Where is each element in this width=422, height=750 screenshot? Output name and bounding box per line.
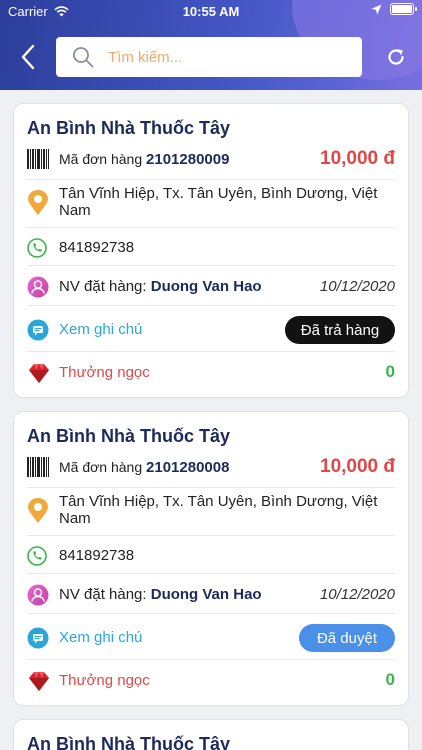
chat-bubble-icon: [27, 627, 49, 649]
location-pin-icon: [27, 498, 49, 524]
user-avatar-icon: [27, 276, 49, 298]
status-badge[interactable]: Đã trả hàng: [285, 316, 395, 344]
status-time: 10:55 AM: [182, 4, 240, 19]
store-name: An Bình Nhà Thuốc Tây: [27, 118, 231, 138]
order-id: 2101280008: [146, 459, 230, 476]
note-row: Xem ghi chú Đã duyệt: [27, 616, 395, 660]
order-card[interactable]: An Bình Nhà Thuốc Tây Mã đơn hàng 210128…: [13, 411, 409, 706]
reward-label: Thưởng ngọc: [59, 364, 150, 381]
order-date: 10/12/2020: [319, 278, 395, 295]
phone-row: 841892738: [27, 540, 395, 574]
phone-icon: [27, 546, 47, 566]
staff-row: NV đặt hàng: Duong Van Hao 10/12/2020: [27, 268, 395, 306]
order-date: 10/12/2020: [319, 586, 395, 603]
order-code-label: Mã đơn hàng: [59, 151, 143, 167]
barcode-icon: [27, 149, 49, 169]
order-price: 10,000 đ: [320, 148, 395, 169]
address-row: Tân Vĩnh Hiệp, Tx. Tân Uyên, Bình Dương,…: [27, 184, 395, 228]
user-avatar-icon: [27, 584, 49, 606]
order-code-row: Mã đơn hàng 2101280009 10,000 đ: [27, 148, 395, 180]
order-address: Tân Vĩnh Hiệp, Tx. Tân Uyên, Bình Dương,…: [59, 493, 378, 527]
order-staff: NV đặt hàng: Duong Van Hao: [59, 278, 262, 295]
order-code-label: Mã đơn hàng: [59, 459, 143, 475]
battery-icon: [390, 3, 417, 15]
refresh-icon: [388, 49, 404, 65]
search-box[interactable]: [56, 37, 362, 77]
location-arrow-icon: [371, 4, 382, 14]
order-list: An Bình Nhà Thuốc Tây Mã đơn hàng 210128…: [0, 90, 422, 750]
reward-row: Thưởng ngọc 0: [27, 356, 395, 392]
reward-value: 0: [385, 670, 395, 689]
app-header: Carrier 10:55 AM: [0, 0, 422, 90]
order-phone[interactable]: 841892738: [59, 547, 134, 564]
ruby-gem-icon: [27, 362, 51, 384]
search-input[interactable]: [108, 48, 338, 66]
order-code: Mã đơn hàng 2101280009: [59, 151, 229, 168]
view-note-link[interactable]: Xem ghi chú: [59, 321, 142, 338]
staff-row: NV đặt hàng: Duong Van Hao 10/12/2020: [27, 576, 395, 614]
back-button[interactable]: [14, 42, 42, 72]
store-name: An Bình Nhà Thuốc Tây: [27, 734, 231, 750]
order-id: 2101280009: [146, 151, 230, 168]
order-address: Tân Vĩnh Hiệp, Tx. Tân Uyên, Bình Dương,…: [59, 185, 378, 219]
phone-row: 841892738: [27, 232, 395, 266]
staff-label: NV đặt hàng:: [59, 278, 147, 295]
reward-value: 0: [385, 362, 395, 381]
status-bar: Carrier 10:55 AM: [0, 0, 422, 22]
staff-name: Duong Van Hao: [150, 586, 262, 603]
store-name: An Bình Nhà Thuốc Tây: [27, 426, 231, 446]
reward-row: Thưởng ngọc 0: [27, 664, 395, 700]
order-staff: NV đặt hàng: Duong Van Hao: [59, 586, 262, 603]
search-icon: [73, 47, 94, 68]
order-card[interactable]: An Bình Nhà Thuốc Tây Mã đơn hàng 210128…: [13, 103, 409, 398]
phone-icon: [27, 238, 47, 258]
ruby-gem-icon: [27, 670, 51, 692]
location-pin-icon: [27, 190, 49, 216]
address-row: Tân Vĩnh Hiệp, Tx. Tân Uyên, Bình Dương,…: [27, 492, 395, 536]
staff-label: NV đặt hàng:: [59, 586, 147, 603]
note-row: Xem ghi chú Đã trả hàng: [27, 308, 395, 352]
status-badge[interactable]: Đã duyệt: [299, 624, 395, 652]
order-phone[interactable]: 841892738: [59, 239, 134, 256]
barcode-icon: [27, 457, 49, 477]
chevron-left-icon: [21, 44, 35, 70]
order-code-row: Mã đơn hàng 2101280008 10,000 đ: [27, 456, 395, 488]
reward-label: Thưởng ngọc: [59, 672, 150, 689]
order-code: Mã đơn hàng 2101280008: [59, 459, 229, 476]
status-right: [371, 3, 417, 15]
staff-name: Duong Van Hao: [150, 278, 262, 295]
view-note-link[interactable]: Xem ghi chú: [59, 629, 142, 646]
chat-bubble-icon: [27, 319, 49, 341]
refresh-button[interactable]: [384, 44, 408, 70]
order-price: 10,000 đ: [320, 456, 395, 477]
order-card[interactable]: An Bình Nhà Thuốc Tây: [13, 719, 409, 750]
